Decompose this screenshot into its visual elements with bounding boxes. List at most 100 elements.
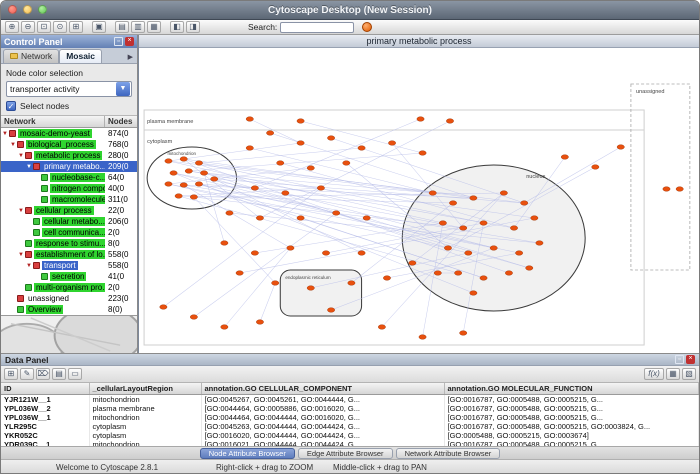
tab-edge-attribute-browser[interactable]: Edge Attribute Browser bbox=[298, 448, 393, 459]
gene-node[interactable] bbox=[246, 146, 253, 151]
gene-node[interactable] bbox=[434, 271, 441, 276]
gene-node[interactable] bbox=[663, 187, 670, 192]
gene-node[interactable] bbox=[343, 161, 350, 166]
gene-node[interactable] bbox=[417, 117, 424, 122]
gene-node[interactable] bbox=[561, 155, 568, 160]
expand-arrow-icon[interactable]: ▼ bbox=[25, 263, 33, 269]
gene-node[interactable] bbox=[327, 136, 334, 141]
zoom-region-icon[interactable]: ⊞ bbox=[69, 21, 83, 33]
gene-node[interactable] bbox=[505, 271, 512, 276]
expand-arrow-icon[interactable]: ▼ bbox=[17, 252, 25, 258]
tree-header-nodes[interactable]: Nodes bbox=[105, 116, 137, 127]
create-attribute-icon[interactable]: ✎ bbox=[20, 368, 34, 380]
delete-attribute-icon[interactable]: ⌦ bbox=[36, 368, 50, 380]
gene-node[interactable] bbox=[490, 246, 497, 251]
gene-node[interactable] bbox=[526, 266, 533, 271]
gene-node[interactable] bbox=[480, 221, 487, 226]
column-header-annotation-go-cellular-component[interactable]: annotation.GO CELLULAR_COMPONENT bbox=[201, 383, 444, 394]
expand-arrow-icon[interactable]: ▼ bbox=[17, 208, 25, 214]
gene-node[interactable] bbox=[449, 201, 456, 206]
gene-node[interactable] bbox=[307, 166, 314, 171]
gene-node[interactable] bbox=[165, 159, 172, 164]
network-view-title[interactable]: primary metabolic process bbox=[139, 35, 699, 48]
gene-node[interactable] bbox=[211, 177, 218, 182]
gene-node[interactable] bbox=[282, 191, 289, 196]
tree-item-unassigned[interactable]: unassigned223(0 bbox=[1, 293, 137, 304]
gene-node[interactable] bbox=[460, 226, 467, 231]
gene-node[interactable] bbox=[409, 261, 416, 266]
gene-node[interactable] bbox=[378, 325, 385, 330]
gene-node[interactable] bbox=[297, 216, 304, 221]
gene-node[interactable] bbox=[221, 241, 228, 246]
gene-node[interactable] bbox=[190, 315, 197, 320]
gene-node[interactable] bbox=[460, 331, 467, 336]
search-options-button[interactable] bbox=[362, 22, 372, 32]
close-panel-icon[interactable]: × bbox=[686, 355, 695, 364]
gene-node[interactable] bbox=[470, 196, 477, 201]
gene-node[interactable] bbox=[363, 216, 370, 221]
gene-node[interactable] bbox=[358, 251, 365, 256]
tree-item-overview[interactable]: Overview8(0) bbox=[1, 304, 137, 315]
gene-node[interactable] bbox=[185, 169, 192, 174]
tree-item-cellular-process[interactable]: ▼cellular process22(0 bbox=[1, 205, 137, 216]
gene-node[interactable] bbox=[454, 271, 461, 276]
gene-node[interactable] bbox=[221, 325, 228, 330]
gene-node[interactable] bbox=[383, 276, 390, 281]
gene-node[interactable] bbox=[327, 308, 334, 313]
gene-node[interactable] bbox=[251, 251, 258, 256]
tab-node-attribute-browser[interactable]: Node Attribute Browser bbox=[200, 448, 295, 459]
chevron-down-icon[interactable]: ▼ bbox=[116, 82, 130, 96]
close-window-button[interactable] bbox=[8, 5, 17, 14]
tab-mosaic[interactable]: Mosaic bbox=[59, 49, 102, 63]
gene-node[interactable] bbox=[429, 191, 436, 196]
layout-icon[interactable]: ◧ bbox=[170, 21, 184, 33]
plugin-manager-icon[interactable]: ▦ bbox=[147, 21, 161, 33]
gene-node[interactable] bbox=[444, 246, 451, 251]
gene-node[interactable] bbox=[317, 186, 324, 191]
tree-item-mosaic-demo-yeast[interactable]: ▼mosaic-demo-yeast874(0 bbox=[1, 128, 137, 139]
gene-node[interactable] bbox=[170, 171, 177, 176]
gene-node[interactable] bbox=[592, 165, 599, 170]
float-panel-icon[interactable]: ▫ bbox=[114, 37, 123, 46]
gene-node[interactable] bbox=[256, 216, 263, 221]
gene-node[interactable] bbox=[333, 211, 340, 216]
annotation-icon[interactable]: ▤ bbox=[115, 21, 129, 33]
gene-node[interactable] bbox=[256, 320, 263, 325]
export-table-icon[interactable]: ▧ bbox=[682, 368, 696, 380]
more-tabs-icon[interactable]: ▶ bbox=[128, 53, 135, 63]
table-row[interactable]: YLR295Ccytoplasm[GO:0045263, GO:0044444,… bbox=[1, 422, 699, 431]
tree-item-nucleobase-c[interactable]: nucleobase-c...64(0 bbox=[1, 172, 137, 183]
gene-node[interactable] bbox=[175, 194, 182, 199]
tree-item-macromolecule[interactable]: macromolecule...311(0 bbox=[1, 194, 137, 205]
function-builder-button[interactable]: f(x) bbox=[644, 368, 664, 380]
gene-node[interactable] bbox=[536, 241, 543, 246]
close-panel-icon[interactable]: × bbox=[125, 37, 134, 46]
gene-node[interactable] bbox=[465, 251, 472, 256]
gene-node[interactable] bbox=[160, 305, 167, 310]
gene-node[interactable] bbox=[195, 161, 202, 166]
gene-node[interactable] bbox=[521, 201, 528, 206]
tab-network-attribute-browser[interactable]: Network Attribute Browser bbox=[396, 448, 501, 459]
expand-arrow-icon[interactable]: ▼ bbox=[1, 131, 9, 137]
tree-item-metabolic-process[interactable]: ▼metabolic process280(0 bbox=[1, 150, 137, 161]
gene-node[interactable] bbox=[180, 157, 187, 162]
zoom-window-button[interactable] bbox=[38, 5, 47, 14]
gene-node[interactable] bbox=[251, 186, 258, 191]
mosaic-overview-thumbnail[interactable] bbox=[1, 315, 137, 353]
gene-node[interactable] bbox=[676, 187, 683, 192]
import-table-icon[interactable]: ▦ bbox=[666, 368, 680, 380]
gene-node[interactable] bbox=[470, 291, 477, 296]
tree-item-establishment-of-lo[interactable]: ▼establishment of lo...558(0 bbox=[1, 249, 137, 260]
tree-item-secretion[interactable]: secretion41(0 bbox=[1, 271, 137, 282]
expand-arrow-icon[interactable]: ▼ bbox=[9, 142, 17, 148]
gene-node[interactable] bbox=[480, 276, 487, 281]
table-row[interactable]: YJR121W__1mitochondrion[GO:0045267, GO:0… bbox=[1, 394, 699, 404]
gene-node[interactable] bbox=[226, 211, 233, 216]
gene-node[interactable] bbox=[439, 221, 446, 226]
tree-item-multi-organism-pro[interactable]: multi-organism pro...2(0 bbox=[1, 282, 137, 293]
gene-node[interactable] bbox=[307, 286, 314, 291]
vizmapper-icon[interactable]: ▥ bbox=[131, 21, 145, 33]
tree-item-cell-communica[interactable]: cell communica...2(0 bbox=[1, 227, 137, 238]
gene-node[interactable] bbox=[200, 171, 207, 176]
float-panel-icon[interactable]: ▫ bbox=[675, 355, 684, 364]
